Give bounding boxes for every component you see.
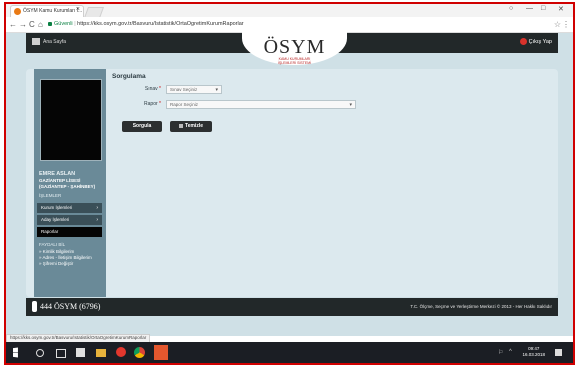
windows-taskbar: ⚐ ^ 09:47 16.03.2018 bbox=[6, 342, 573, 363]
osym-logo[interactable]: ÖSYM KAMU KURUMLARI İŞLEMLERİ SİSTEMİ bbox=[242, 30, 347, 65]
browser-tab-strip: ÖSYM Kamu Kurumları İ... × ○ — □ ✕ bbox=[6, 4, 573, 18]
web-page: Ana Sayfa Çıkış Yap ÖSYM KAMU KURUMLARI … bbox=[6, 30, 573, 336]
bookmark-star-icon[interactable]: ☆ bbox=[554, 20, 561, 29]
tray-chevron-icon[interactable]: ^ bbox=[509, 349, 512, 355]
rapor-select-value: Rapor Seçiniz bbox=[170, 102, 199, 107]
sidebar-section-title: İŞLEMLER bbox=[39, 193, 62, 198]
chevron-down-icon: ▾ bbox=[349, 102, 352, 108]
minimize-button[interactable]: — bbox=[526, 5, 533, 12]
osym-favicon-icon bbox=[14, 8, 21, 15]
search-icon[interactable] bbox=[36, 349, 44, 357]
window-user-icon[interactable]: ○ bbox=[509, 5, 513, 12]
task-view-icon[interactable] bbox=[56, 349, 66, 358]
copyright-text: T.C. Ölçme, Seçme ve Yerleştirme Merkezi… bbox=[410, 304, 552, 309]
school-name: GAZİANTEP LİSESİ (GAZİANTEP - ŞAHİNBEY) bbox=[39, 178, 96, 189]
chevron-right-icon: › bbox=[96, 217, 98, 223]
logo-subtitle-2: İŞLEMLERİ SİSTEMİ bbox=[277, 61, 312, 65]
sinav-select[interactable]: Sınav Seçiniz ▾ bbox=[166, 85, 222, 94]
forward-icon[interactable]: → bbox=[19, 20, 27, 29]
links-section-title: FAYDALI BİL bbox=[39, 242, 66, 247]
phone-icon bbox=[32, 301, 37, 312]
avatar bbox=[40, 79, 102, 161]
chevron-right-icon: › bbox=[96, 205, 98, 211]
query-button[interactable]: Sorgula bbox=[122, 121, 162, 132]
sidebar-item-raporlar[interactable]: Raporlar bbox=[37, 227, 102, 237]
query-button-label: Sorgula bbox=[132, 123, 152, 129]
home-link-label: Ana Sayfa bbox=[43, 38, 67, 45]
tab-title: ÖSYM Kamu Kurumları İ... bbox=[23, 8, 83, 14]
content-panel: EMRE ASLAN GAZİANTEP LİSESİ (GAZİANTEP -… bbox=[26, 69, 558, 297]
sidebar-item-kurum-islemleri[interactable]: Kurum İşlemleri › bbox=[37, 203, 102, 213]
footer: 444 ÖSYM (6796) T.C. Ölçme, Seçme ve Yer… bbox=[26, 298, 558, 316]
rapor-label: Rapor * bbox=[144, 101, 161, 107]
logout-link[interactable]: Çıkış Yap bbox=[519, 38, 552, 45]
chevron-down-icon: ▾ bbox=[215, 87, 218, 93]
link-kimlik-bilgilerim[interactable]: » Kimlik Bilgilerim bbox=[39, 249, 74, 254]
link-adres-iletisim[interactable]: » Adres - İletişim Bilgilerim bbox=[39, 255, 92, 260]
sidebar-item-aday-islemleri[interactable]: Aday İşlemleri › bbox=[37, 215, 102, 225]
power-icon bbox=[519, 38, 527, 45]
home-icon bbox=[32, 38, 40, 45]
tab-close-icon[interactable]: × bbox=[76, 6, 80, 13]
sinav-label: Sınav * bbox=[144, 86, 161, 92]
close-window-button[interactable]: ✕ bbox=[558, 5, 564, 13]
logout-label: Çıkış Yap bbox=[528, 38, 552, 45]
page-title: Sorgulama bbox=[112, 73, 146, 80]
network-icon[interactable]: ⚐ bbox=[498, 349, 503, 356]
clear-button[interactable]: Temizle bbox=[170, 121, 212, 132]
browser-tab[interactable]: ÖSYM Kamu Kurumları İ... × bbox=[10, 5, 84, 17]
secure-label: Güvenli bbox=[54, 21, 73, 27]
browser-menu-icon[interactable]: ⋮ bbox=[562, 20, 570, 29]
sidebar: EMRE ASLAN GAZİANTEP LİSESİ (GAZİANTEP -… bbox=[34, 69, 106, 297]
maximize-button[interactable]: □ bbox=[541, 5, 545, 12]
eraser-icon bbox=[179, 123, 184, 128]
clock-date: 16.03.2018 bbox=[522, 352, 545, 357]
sidebar-item-label: Aday İşlemleri bbox=[41, 217, 70, 222]
notification-icon[interactable] bbox=[555, 349, 562, 356]
chrome-icon[interactable] bbox=[134, 347, 145, 358]
logo-text: ÖSYM bbox=[263, 36, 326, 58]
clock[interactable]: 09:47 16.03.2018 bbox=[522, 346, 545, 358]
lock-icon bbox=[48, 21, 52, 26]
link-sifre-degistir[interactable]: » Şifremi Değiştir bbox=[39, 261, 73, 266]
app-icon[interactable] bbox=[76, 348, 85, 357]
home-icon[interactable]: ⌂ bbox=[38, 20, 43, 29]
sinav-select-value: Sınav Seçiniz bbox=[170, 87, 198, 92]
url-text: https://kks.osym.gov.tr/Basvuru/Istatist… bbox=[77, 21, 244, 27]
screenshot-frame: ÖSYM Kamu Kurumları İ... × ○ — □ ✕ ← → C… bbox=[4, 2, 575, 365]
back-icon[interactable]: ← bbox=[9, 20, 17, 29]
home-link[interactable]: Ana Sayfa bbox=[32, 38, 66, 45]
reload-icon[interactable]: C bbox=[29, 20, 35, 29]
sidebar-item-label: Raporlar bbox=[41, 229, 59, 234]
clear-button-label: Temizle bbox=[185, 123, 203, 129]
media-player-icon[interactable] bbox=[116, 347, 126, 357]
rapor-select[interactable]: Rapor Seçiniz ▾ bbox=[166, 100, 356, 109]
windows-start-icon[interactable] bbox=[13, 347, 18, 358]
sidebar-item-label: Kurum İşlemleri bbox=[41, 205, 73, 210]
url-field[interactable]: Güvenli | https://kks.osym.gov.tr/Basvur… bbox=[48, 19, 553, 30]
file-explorer-icon[interactable] bbox=[96, 349, 106, 357]
user-name: EMRE ASLAN bbox=[39, 171, 76, 177]
paint-icon[interactable] bbox=[154, 345, 168, 360]
phone-number: 444 ÖSYM (6796) bbox=[40, 302, 101, 311]
